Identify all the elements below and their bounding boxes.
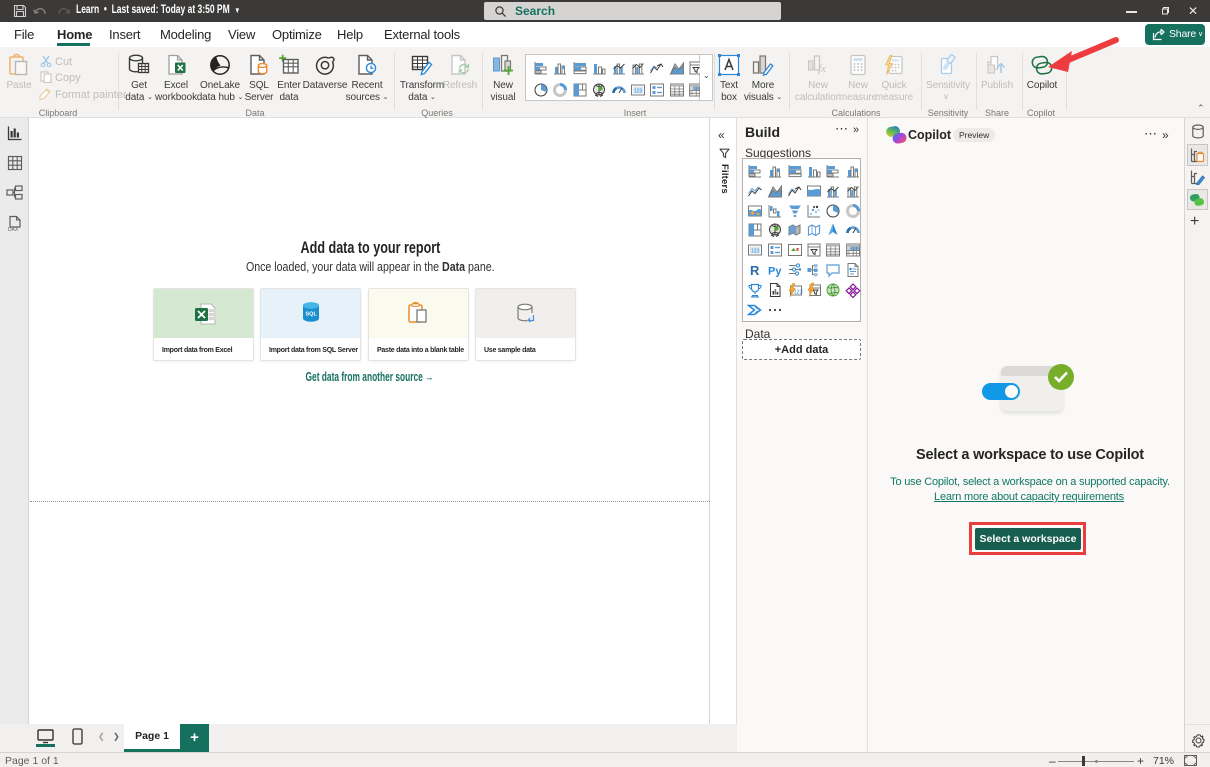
svg-text:Py: Py [768, 266, 782, 278]
svg-text:123: 123 [751, 249, 760, 255]
svg-text:123: 123 [634, 89, 643, 95]
svg-text:R: R [750, 263, 760, 278]
svg-text:DAX: DAX [8, 227, 19, 232]
svg-text:SQL: SQL [306, 312, 318, 318]
svg-text:123: 123 [794, 290, 803, 296]
svg-text:fx: fx [818, 63, 826, 75]
